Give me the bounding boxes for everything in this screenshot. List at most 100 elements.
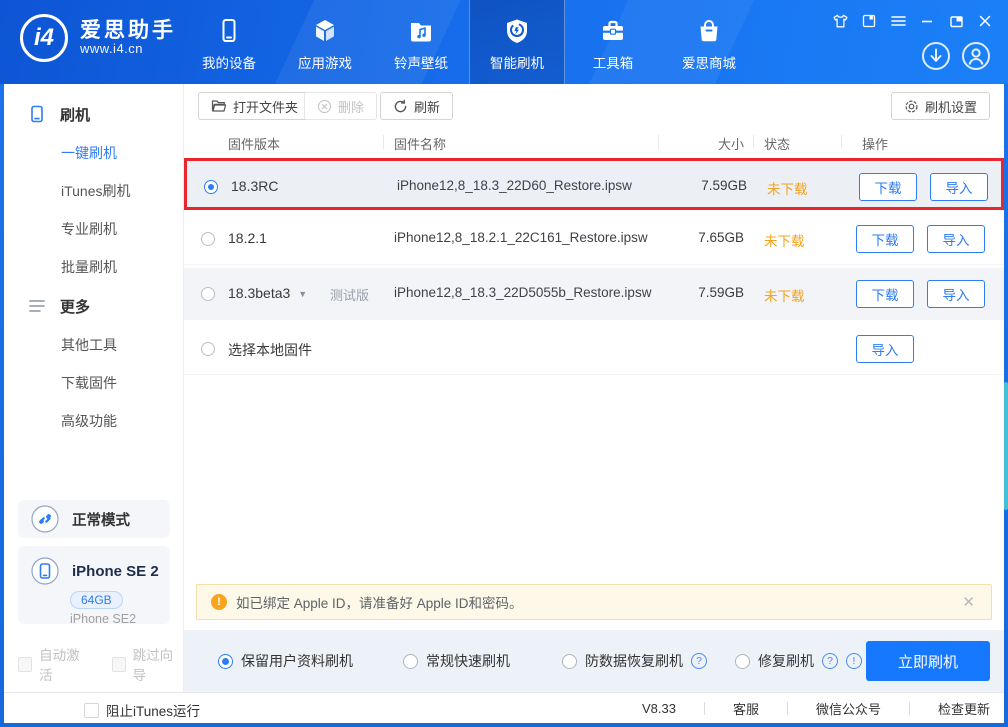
close-icon[interactable]	[976, 12, 994, 30]
auto-activate-checkbox[interactable]: 自动激活	[18, 644, 90, 684]
feedback-note-icon[interactable]	[860, 12, 878, 30]
statusbar-link-update[interactable]: 检查更新	[936, 699, 992, 718]
block-itunes-checkbox[interactable]: 阻止iTunes运行	[84, 700, 200, 720]
apple-id-notice: ! 如已绑定 Apple ID，请准备好 Apple ID和密码。 ✕	[196, 584, 992, 620]
firmware-row[interactable]: 18.3RC▼ iPhone12,8_18.3_22D60_Restore.ip…	[184, 158, 1004, 210]
column-version: 固件版本	[228, 134, 280, 153]
download-button[interactable]: 下载	[856, 280, 914, 308]
download-center-icon[interactable]	[920, 40, 952, 72]
import-button[interactable]: 导入	[927, 225, 985, 253]
device-card: iPhone SE 2 64GB iPhone SE2	[18, 546, 170, 624]
firmware-row[interactable]: 选择本地固件▼ 下载 导入	[184, 323, 1004, 375]
minimize-icon[interactable]	[918, 12, 936, 30]
help-icon[interactable]: ?	[691, 653, 707, 669]
toolbox-icon	[599, 17, 627, 45]
app-name: 爱思助手	[80, 19, 176, 42]
logo-i4-icon: i4	[20, 14, 68, 62]
sidebar-item[interactable]: 批量刷机	[4, 248, 183, 286]
refresh-button[interactable]: 刷新	[380, 92, 453, 120]
firmware-row[interactable]: 18.3beta3▼ 测试版 iPhone12,8_18.3_22D5055b_…	[184, 268, 1004, 320]
top-navigation: 我的设备 应用游戏 铃声壁纸 智能刷机 工具箱 爱思商城	[181, 0, 757, 84]
maximize-icon[interactable]	[947, 12, 965, 30]
flash-now-button[interactable]: 立即刷机	[866, 641, 990, 681]
group-label: 刷机	[60, 104, 90, 125]
nav-label: 智能刷机	[490, 52, 544, 72]
app-logo: i4 爱思助手 www.i4.cn	[20, 14, 176, 62]
nav-smart-flash[interactable]: 智能刷机	[469, 0, 565, 84]
download-button[interactable]: 下载	[859, 173, 917, 201]
flash-option-radio[interactable]: 保留用户资料刷机 ? !	[218, 651, 353, 671]
column-size: 大小	[644, 134, 744, 153]
nav-ringtones-wallpapers[interactable]: 铃声壁纸	[373, 0, 469, 84]
sidebar-item-label: 高级功能	[61, 411, 117, 431]
nav-toolbox[interactable]: 工具箱	[565, 0, 661, 84]
user-account-icon[interactable]	[960, 40, 992, 72]
info-icon[interactable]: !	[846, 653, 862, 669]
delete-circle-icon	[317, 99, 332, 114]
flash-options-panel: 保留用户资料刷机 ? ! 常规快速刷机 ? ! 防数据恢复刷机 ? ! 修复刷机…	[184, 630, 1004, 692]
sidebar-item[interactable]: 高级功能	[4, 402, 183, 440]
version-dropdown-icon[interactable]: ▼	[298, 289, 307, 299]
nav-label: 工具箱	[593, 52, 634, 72]
row-radio[interactable]	[201, 342, 215, 356]
warning-icon: !	[211, 594, 227, 610]
flash-option-radio[interactable]: 防数据恢复刷机 ? !	[562, 651, 707, 671]
option-label: 防数据恢复刷机	[585, 651, 683, 671]
import-button[interactable]: 导入	[856, 335, 914, 363]
button-label: 刷机设置	[925, 97, 977, 116]
flash-option-radio[interactable]: 常规快速刷机 ? !	[403, 651, 510, 671]
firmware-status: 未下载	[764, 285, 805, 305]
checkbox-label: 自动激活	[39, 644, 89, 684]
row-radio[interactable]	[201, 232, 215, 246]
skip-setup-checkbox[interactable]: 跳过向导	[112, 644, 184, 684]
help-icon[interactable]: ?	[822, 653, 838, 669]
sidebar-item[interactable]: 其他工具	[4, 326, 183, 364]
sidebar-item[interactable]: 专业刷机	[4, 210, 183, 248]
iphone-icon	[30, 556, 60, 586]
button-label: 打开文件夹	[233, 97, 298, 116]
notice-close-icon[interactable]: ✕	[960, 593, 977, 611]
import-button[interactable]: 导入	[927, 280, 985, 308]
device-icon	[215, 17, 243, 45]
scrollbar-thumb[interactable]	[1004, 382, 1008, 510]
main-panel: 打开文件夹 删除 刷新 刷机设置 固件版本 固件名称 大小	[184, 84, 1004, 692]
delete-button[interactable]: 删除	[304, 92, 377, 120]
sidebar-item[interactable]: iTunes刷机	[4, 172, 183, 210]
statusbar-link-wechat[interactable]: 微信公众号	[814, 699, 883, 718]
connection-mode-icon	[30, 504, 60, 534]
nav-my-device[interactable]: 我的设备	[181, 0, 277, 84]
download-button[interactable]: 下载	[856, 225, 914, 253]
nav-apps-games[interactable]: 应用游戏	[277, 0, 373, 84]
firmware-status: 未下载	[764, 230, 805, 250]
nav-label: 爱思商城	[682, 52, 736, 72]
option-label: 修复刷机	[758, 651, 814, 671]
firmware-version: 18.3RC▼	[231, 178, 278, 194]
button-label: 刷新	[414, 97, 440, 116]
app-window: i4 爱思助手 www.i4.cn 我的设备 应用游戏 铃声壁纸 智能刷机	[0, 0, 1008, 727]
sidebar-item[interactable]: 下载固件	[4, 364, 183, 402]
folder-icon	[211, 99, 227, 113]
firmware-size: 7.65GB	[644, 230, 744, 245]
checkbox-label: 跳过向导	[133, 644, 183, 684]
menu-icon[interactable]	[889, 12, 907, 30]
flash-settings-button[interactable]: 刷机设置	[891, 92, 990, 120]
sidebar-item[interactable]: 一键刷机	[4, 134, 183, 172]
statusbar-link-support[interactable]: 客服	[731, 699, 761, 718]
firmware-name: iPhone12,8_18.3_22D5055b_Restore.ipsw	[394, 285, 651, 300]
row-radio[interactable]	[204, 180, 218, 194]
device-model: iPhone SE2	[70, 612, 170, 626]
nav-store[interactable]: 爱思商城	[661, 0, 757, 84]
nav-label: 铃声壁纸	[394, 52, 448, 72]
titlebar: i4 爱思助手 www.i4.cn 我的设备 应用游戏 铃声壁纸 智能刷机	[0, 0, 1008, 84]
device-name: iPhone SE 2	[72, 563, 159, 580]
open-folder-button[interactable]: 打开文件夹	[198, 92, 311, 120]
flash-option-radio[interactable]: 修复刷机 ? !	[735, 651, 862, 671]
statusbar-links: V8.33 客服 微信公众号 检查更新	[640, 693, 992, 723]
import-button[interactable]: 导入	[930, 173, 988, 201]
theme-shirt-icon[interactable]	[831, 12, 849, 30]
shield-flash-icon	[503, 17, 531, 45]
row-radio[interactable]	[201, 287, 215, 301]
checkbox-icon	[84, 703, 99, 718]
firmware-row[interactable]: 18.2.1▼ iPhone12,8_18.2.1_22C161_Restore…	[184, 213, 1004, 265]
capacity-badge: 64GB	[70, 591, 123, 609]
